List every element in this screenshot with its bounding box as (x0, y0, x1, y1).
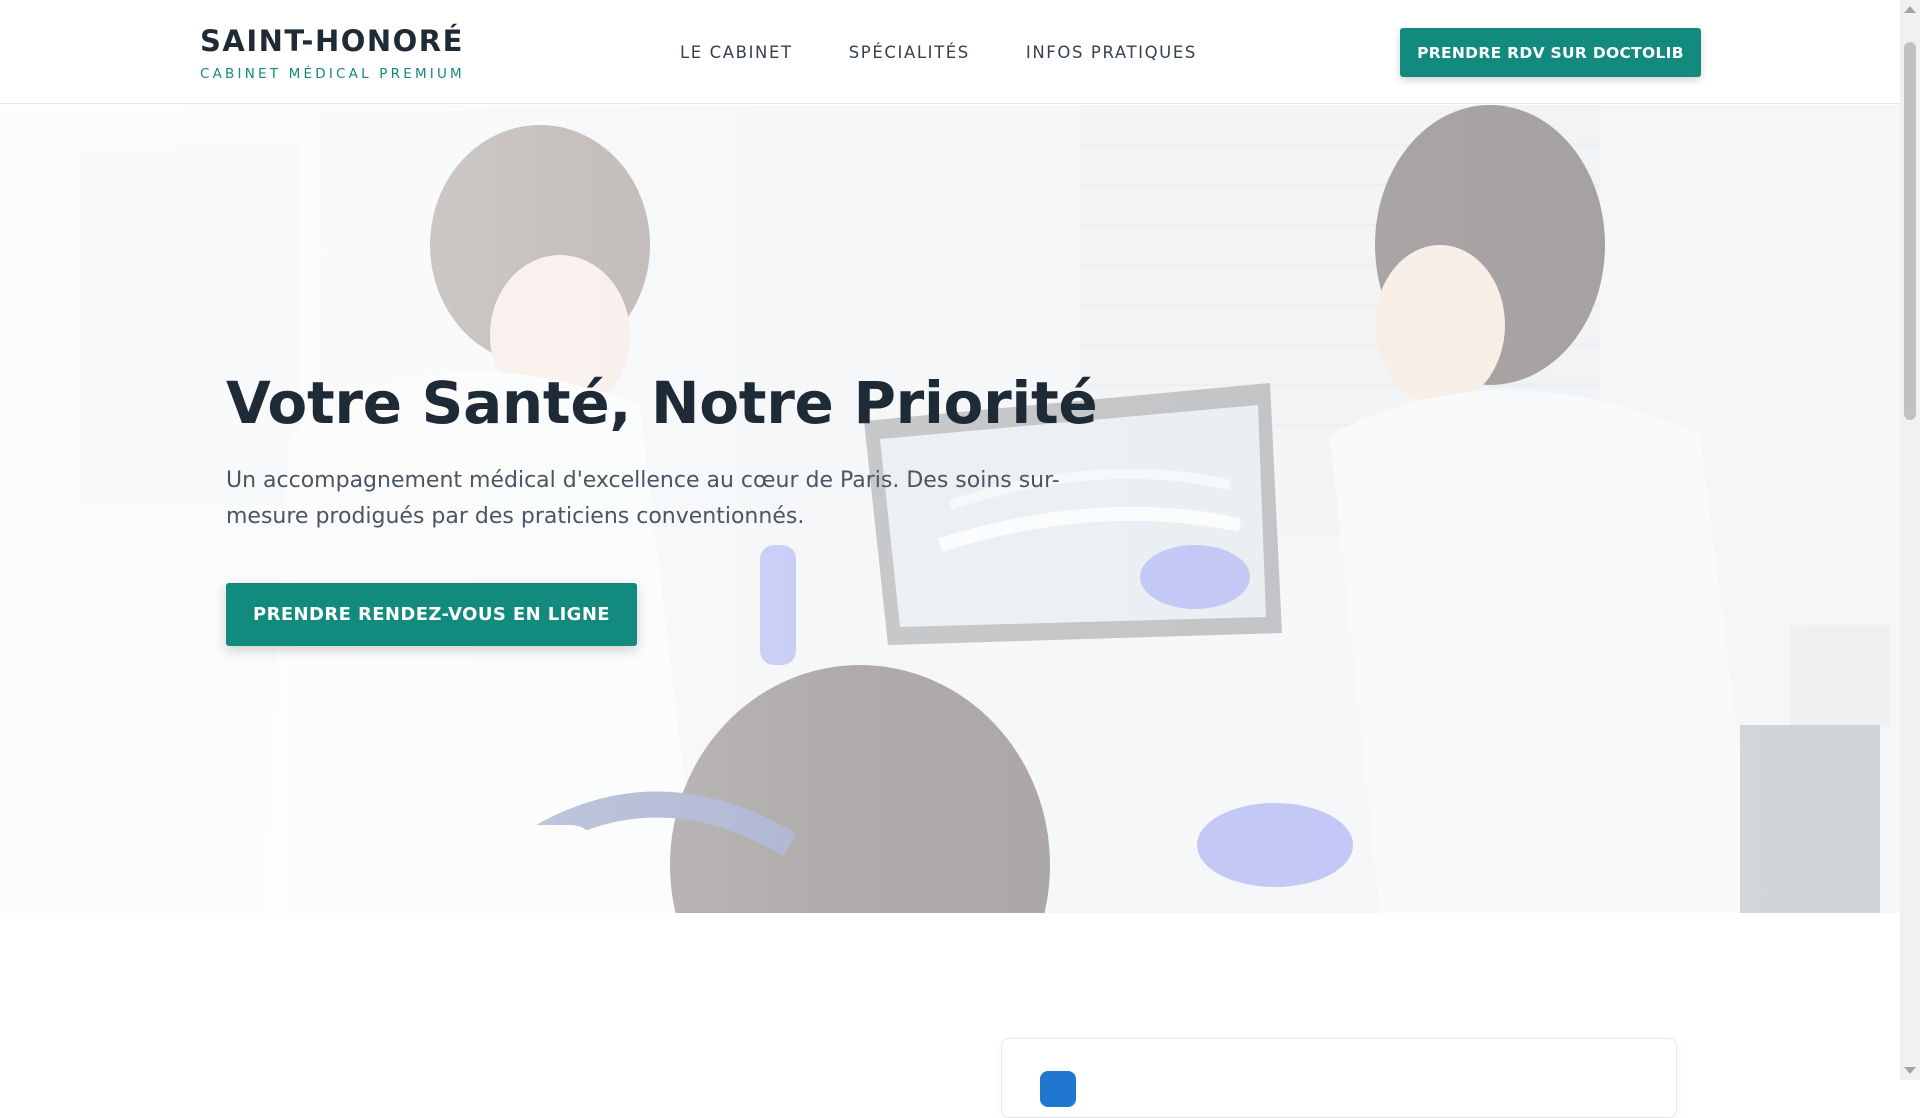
brand-tagline: CABINET MÉDICAL PREMIUM (200, 66, 465, 82)
site-header: SAINT-HONORÉ CABINET MÉDICAL PREMIUM LE … (0, 0, 1900, 104)
feature-card (1001, 1038, 1677, 1118)
scroll-thumb[interactable] (1904, 42, 1916, 420)
nav-link-infos-pratiques[interactable]: INFOS PRATIQUES (1026, 43, 1197, 62)
doctolib-booking-button[interactable]: PRENDRE RDV SUR DOCTOLIB (1400, 28, 1701, 77)
brand-name: SAINT-HONORÉ (200, 24, 464, 58)
main-nav: LE CABINET SPÉCIALITÉS INFOS PRATIQUES (680, 0, 1197, 104)
hero-section: Votre Santé, Notre Priorité Un accompagn… (0, 105, 1900, 913)
hero-title: Votre Santé, Notre Priorité (226, 369, 1098, 437)
hero-content: Votre Santé, Notre Priorité Un accompagn… (226, 367, 1126, 646)
book-online-button[interactable]: PRENDRE RENDEZ-VOUS EN LIGNE (226, 583, 637, 646)
nav-link-le-cabinet[interactable]: LE CABINET (680, 43, 793, 62)
feature-icon (1040, 1071, 1076, 1107)
brand-logo[interactable]: SAINT-HONORÉ CABINET MÉDICAL PREMIUM (200, 22, 465, 82)
hero-subtitle: Un accompagnement médical d'excellence a… (226, 468, 1060, 529)
scroll-up-arrow-icon[interactable] (1904, 6, 1916, 13)
vertical-scrollbar[interactable] (1900, 0, 1920, 1080)
scroll-down-arrow-icon[interactable] (1904, 1067, 1916, 1074)
nav-link-specialites[interactable]: SPÉCIALITÉS (849, 43, 970, 62)
